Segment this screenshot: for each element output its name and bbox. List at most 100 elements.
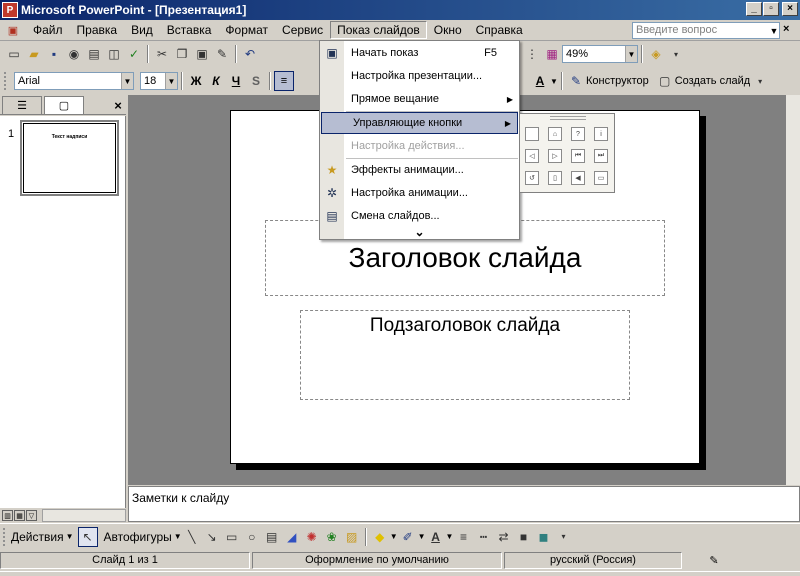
menu-item-broadcast[interactable]: Прямое вещание ▶	[320, 88, 519, 110]
undo-icon[interactable]: ↶	[240, 44, 260, 64]
horizontal-scrollbar[interactable]	[42, 509, 126, 522]
draw-font-color-icon[interactable]: A	[426, 527, 446, 547]
color-grayscale-icon[interactable]: ▦	[542, 44, 562, 64]
align-left-icon[interactable]: ≡	[274, 71, 294, 91]
new-slide-button[interactable]: Создать слайд	[675, 75, 750, 87]
menu-item-action-settings[interactable]: Настройка действия...	[320, 135, 519, 157]
new-file-icon[interactable]: ▭	[4, 44, 24, 64]
action-button-return-icon[interactable]: ↺	[525, 171, 539, 185]
menu-item-action-buttons[interactable]: Управляющие кнопки ▶	[321, 112, 518, 134]
autoshapes-menu[interactable]: Автофигуры	[104, 530, 172, 544]
menu-expand-icon[interactable]: ⌄	[320, 225, 519, 239]
italic-button[interactable]: К	[206, 71, 226, 91]
chevron-down-icon[interactable]: ▼	[66, 532, 74, 541]
shadow-button[interactable]: S	[246, 71, 266, 91]
line-style-icon[interactable]: ≡	[453, 527, 473, 547]
slide-thumbnail[interactable]: Текст надписи	[20, 120, 119, 196]
underline-button[interactable]: Ч	[226, 71, 246, 91]
chevron-down-icon[interactable]: ▼	[121, 73, 133, 89]
font-color-icon[interactable]: A	[530, 71, 550, 91]
chevron-down-icon[interactable]: ▼	[174, 532, 182, 541]
spelling-icon[interactable]: ✓	[124, 44, 144, 64]
chevron-down-icon[interactable]: ▼	[625, 46, 637, 62]
cut-icon[interactable]: ✂	[152, 44, 172, 64]
menu-item-setup-show[interactable]: Настройка презентации...	[320, 65, 519, 87]
oval-icon[interactable]: ○	[242, 527, 262, 547]
toolbar-grip[interactable]	[3, 527, 11, 546]
permission-icon[interactable]: ◉	[64, 44, 84, 64]
designer-icon[interactable]: ✎	[566, 71, 586, 91]
chevron-down-icon[interactable]: ▼	[165, 73, 177, 89]
show-grid-icon[interactable]: ⋮	[522, 44, 542, 64]
wordart-icon[interactable]: ◢	[282, 527, 302, 547]
save-icon[interactable]: ▪	[44, 44, 64, 64]
help-question-input[interactable]: Введите вопрос	[632, 22, 780, 39]
action-button-beginning-icon[interactable]: ⏮	[571, 149, 585, 163]
minimize-button[interactable]: _	[746, 2, 762, 16]
open-folder-icon[interactable]: ▰	[24, 44, 44, 64]
bold-button[interactable]: Ж	[186, 71, 206, 91]
menu-format[interactable]: Формат	[218, 21, 275, 39]
dash-style-icon[interactable]: ┅	[473, 527, 493, 547]
menu-slideshow[interactable]: Показ слайдов	[330, 21, 427, 39]
document-icon[interactable]: ▣	[4, 22, 22, 38]
action-button-forward-icon[interactable]: ▷	[548, 149, 562, 163]
3d-style-icon[interactable]: ◼	[533, 527, 553, 547]
action-button-end-icon[interactable]: ⏭	[594, 149, 608, 163]
menu-help[interactable]: Справка	[469, 21, 530, 39]
new-slide-icon[interactable]: ▢	[655, 71, 675, 91]
submenu-drag-handle[interactable]	[550, 116, 586, 120]
tab-outline[interactable]: ☰	[2, 96, 42, 114]
subtitle-placeholder[interactable]: Подзаголовок слайда	[300, 310, 630, 400]
menu-item-custom-animation[interactable]: ✲ Настройка анимации...	[320, 182, 519, 204]
paste-icon[interactable]: ▣	[192, 44, 212, 64]
help-icon[interactable]: ◈	[646, 44, 666, 64]
help-dropdown-arrow[interactable]: ▼	[768, 22, 780, 39]
spelling-status-icon[interactable]: ✎	[684, 552, 744, 569]
picture-icon[interactable]: ▨	[342, 527, 362, 547]
print-icon[interactable]: ▤	[84, 44, 104, 64]
textbox-icon[interactable]: ▤	[262, 527, 282, 547]
action-button-movie-icon[interactable]: ▭	[594, 171, 608, 185]
toolbar-options-icon[interactable]: ▾	[750, 71, 770, 91]
chevron-down-icon[interactable]: ▼	[446, 532, 454, 541]
fill-color-icon[interactable]: ◆	[370, 527, 390, 547]
diagram-icon[interactable]: ✺	[302, 527, 322, 547]
line-icon[interactable]: ╲	[182, 527, 202, 547]
vertical-scrollbar[interactable]	[786, 95, 800, 485]
menu-edit[interactable]: Правка	[70, 21, 125, 39]
chevron-down-icon[interactable]: ▼	[418, 532, 426, 541]
font-size-select[interactable]: 18 ▼	[140, 72, 178, 90]
notes-pane[interactable]: Заметки к слайду	[128, 486, 800, 522]
menu-item-slide-transition[interactable]: ▤ Смена слайдов...	[320, 205, 519, 227]
select-pointer-icon[interactable]: ↖	[77, 526, 98, 547]
action-button-info-icon[interactable]: i	[594, 127, 608, 141]
rectangle-icon[interactable]: ▭	[222, 527, 242, 547]
maximize-button[interactable]: ▫	[763, 2, 779, 16]
toolbar-options-icon[interactable]: ▾	[553, 527, 573, 547]
clipart-icon[interactable]: ❀	[322, 527, 342, 547]
doc-close-button[interactable]: ×	[783, 23, 789, 35]
action-button-back-icon[interactable]: ◁	[525, 149, 539, 163]
close-pane-icon[interactable]: ×	[110, 96, 126, 114]
action-button-document-icon[interactable]: ▯	[548, 171, 562, 185]
menu-item-animation-schemes[interactable]: ★ Эффекты анимации...	[320, 159, 519, 181]
shadow-style-icon[interactable]: ■	[513, 527, 533, 547]
copy-icon[interactable]: ❐	[172, 44, 192, 64]
action-button-home-icon[interactable]: ⌂	[548, 127, 562, 141]
action-button-custom-icon[interactable]	[525, 127, 539, 141]
print-preview-icon[interactable]: ◫	[104, 44, 124, 64]
menu-view[interactable]: Вид	[124, 21, 160, 39]
chevron-down-icon[interactable]: ▼	[550, 77, 558, 86]
menu-item-start-show[interactable]: ▣ Начать показ F5	[320, 42, 519, 64]
menu-tools[interactable]: Сервис	[275, 21, 330, 39]
slideshow-view-icon[interactable]: ▽	[26, 510, 37, 521]
toolbar-options-icon[interactable]: ▾	[666, 44, 686, 64]
menu-window[interactable]: Окно	[427, 21, 469, 39]
arrow-style-icon[interactable]: ⇄	[493, 527, 513, 547]
tab-slides[interactable]: ▢	[44, 96, 84, 114]
normal-view-icon[interactable]: ▥	[2, 510, 13, 521]
font-select[interactable]: Arial ▼	[14, 72, 134, 90]
arrow-icon[interactable]: ↘	[202, 527, 222, 547]
menu-file[interactable]: Файл	[26, 21, 70, 39]
